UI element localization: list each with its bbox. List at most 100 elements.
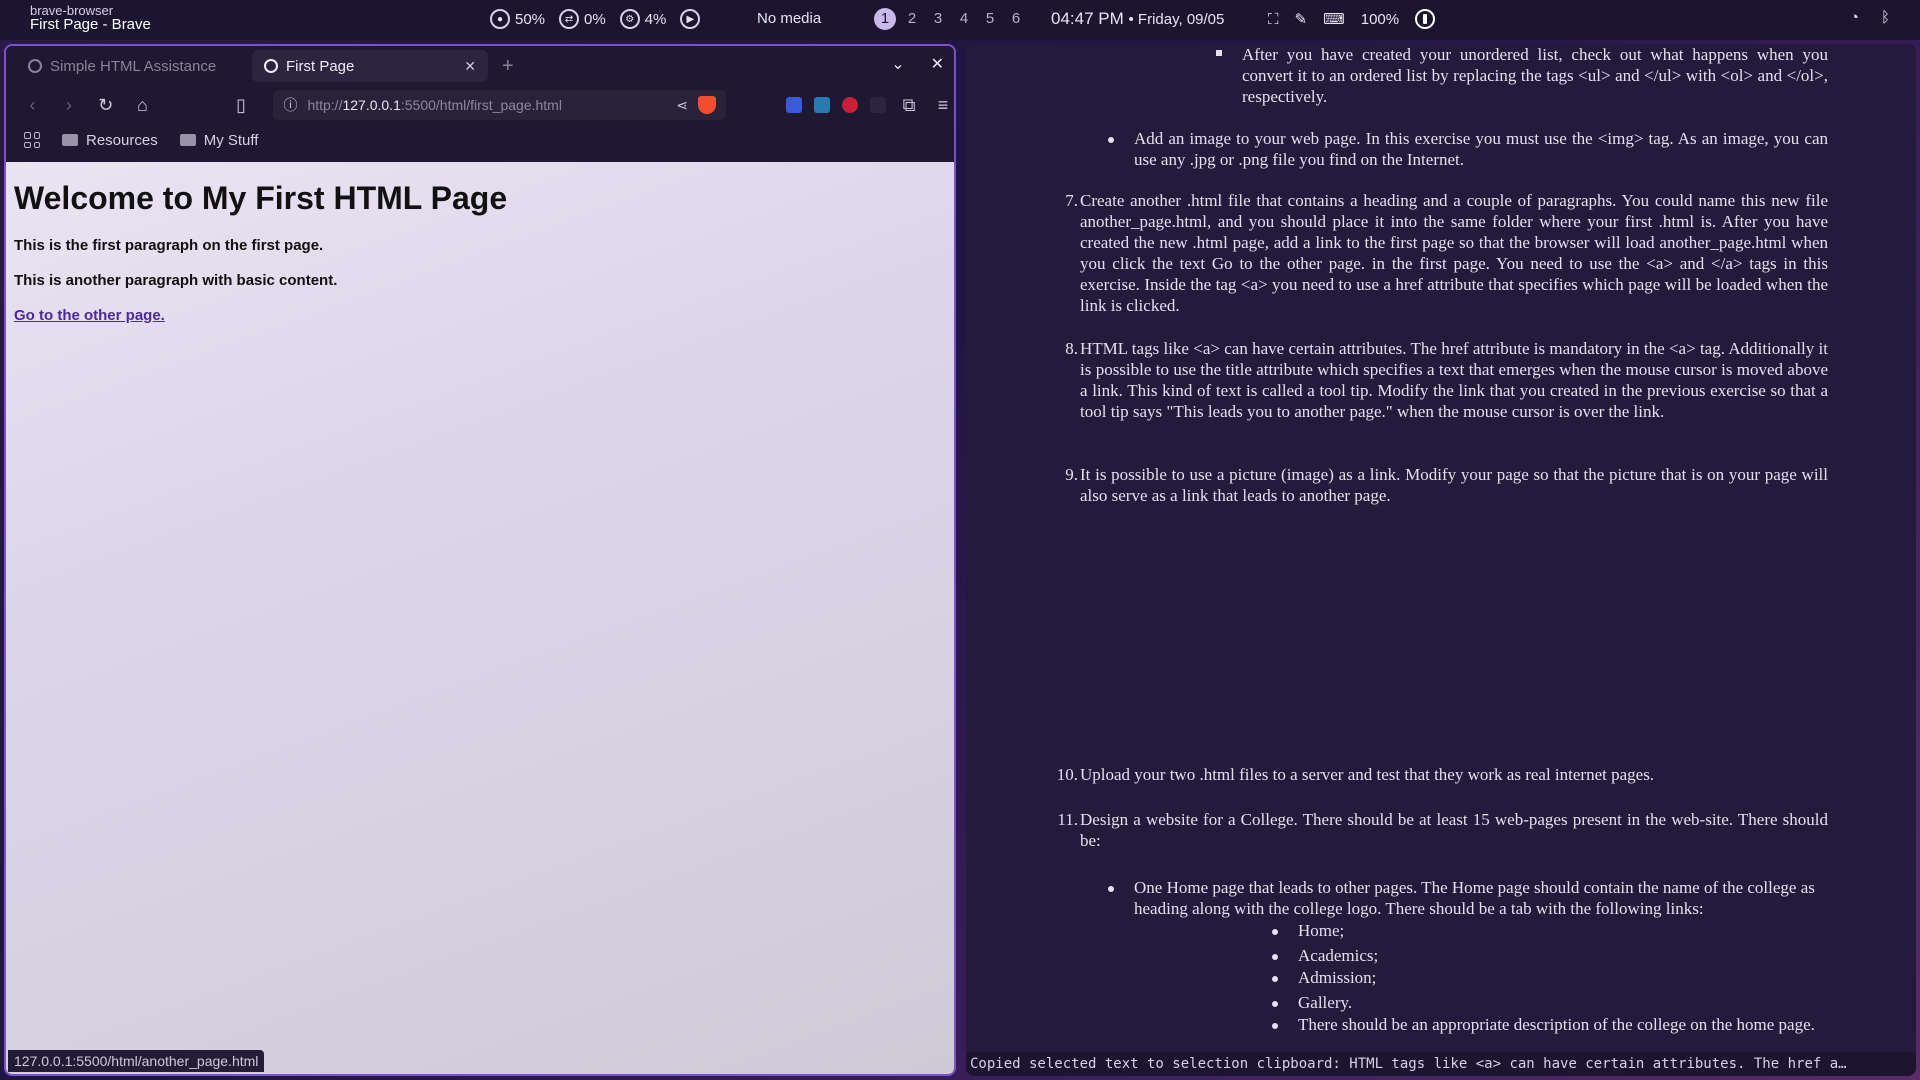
- swap-value: 0%: [584, 10, 606, 28]
- color-picker-icon[interactable]: ✎: [1295, 10, 1308, 28]
- workspace-switcher: 1 2 3 4 5 6: [874, 8, 1026, 30]
- extension-icon[interactable]: [870, 97, 886, 113]
- extensions: ⧉ ≡: [786, 95, 954, 116]
- bullet: [1272, 976, 1278, 982]
- tab-label: First Page: [286, 57, 355, 75]
- workspace-4[interactable]: 4: [954, 8, 974, 30]
- media-status[interactable]: No media: [757, 10, 821, 27]
- bitwarden-icon[interactable]: [786, 97, 802, 113]
- sub-list-item: Gallery.: [1298, 993, 1353, 1012]
- bookmark-label: My Stuff: [203, 131, 259, 149]
- fullscreen-icon[interactable]: ⛶: [1268, 11, 1279, 28]
- brave-shields-icon[interactable]: [698, 96, 716, 114]
- sub-list-item: Academics;: [1298, 946, 1379, 965]
- tab-label: Simple HTML Assistance: [50, 57, 217, 75]
- ublock-icon[interactable]: [842, 97, 858, 113]
- paragraph-2: This is another paragraph with basic con…: [14, 272, 338, 289]
- tab-search-chevron-icon[interactable]: ⌄: [891, 54, 904, 74]
- bullet: [1272, 929, 1278, 935]
- forward-button[interactable]: ›: [59, 95, 80, 116]
- clock-date: • Friday, 09/05: [1128, 11, 1225, 28]
- page-viewport: Welcome to My First HTML Page This is th…: [6, 162, 954, 1074]
- bullet: [1272, 1001, 1278, 1007]
- bullet: [1108, 886, 1114, 892]
- bullet: [1272, 954, 1278, 960]
- list-item: After you have created your unordered li…: [1242, 45, 1828, 106]
- bullet: [1272, 1023, 1278, 1029]
- bookmark-label: Resources: [86, 131, 158, 149]
- puzzle-icon[interactable]: ⧉: [898, 95, 920, 116]
- list-item: Add an image to your web page. In this e…: [1134, 129, 1828, 169]
- site-info-icon[interactable]: ⓘ: [283, 95, 297, 115]
- share-icon[interactable]: ⋖: [676, 97, 688, 114]
- gear-icon: ⚙: [619, 9, 640, 29]
- square-bullet: [1216, 50, 1222, 56]
- url-text: http://127.0.0.1:5500/html/first_page.ht…: [307, 97, 562, 113]
- window-controls: ⌄ ✕: [891, 54, 944, 74]
- back-button[interactable]: ‹: [22, 95, 43, 116]
- workspace-5[interactable]: 5: [980, 8, 1000, 30]
- play-icon: ▶: [680, 9, 701, 29]
- bookmark-icon[interactable]: ▯: [231, 95, 252, 116]
- temp-stat[interactable]: ⚙ 4%: [619, 9, 667, 29]
- tab-strip: Simple HTML Assistance First Page ✕ + ⌄ …: [6, 46, 954, 86]
- system-tray: ◔ ᛒ: [1850, 9, 1890, 26]
- cpu-stat[interactable]: ● 50%: [490, 9, 545, 29]
- other-page-link[interactable]: Go to the other page.: [14, 307, 165, 324]
- navigation-toolbar: ‹ › ↻ ⌂ ▯ ⓘ http://127.0.0.1:5500/html/f…: [6, 86, 954, 124]
- globe-icon: [264, 59, 278, 73]
- reload-button[interactable]: ↻: [95, 95, 116, 116]
- workspace-3[interactable]: 3: [928, 8, 948, 30]
- bookmarks-bar: Resources My Stuff: [6, 124, 954, 156]
- link-status-bar: 127.0.0.1:5500/html/another_page.html: [8, 1050, 265, 1072]
- list-item: One Home page that leads to other pages.…: [1134, 878, 1815, 918]
- sub-list-item: Home;: [1298, 921, 1345, 940]
- list-number: 10.: [1056, 765, 1078, 784]
- play-button[interactable]: ▶: [680, 9, 701, 29]
- tab-first-page[interactable]: First Page ✕: [252, 50, 488, 82]
- stylus-icon[interactable]: [814, 97, 830, 113]
- wifi-icon[interactable]: ◔: [1850, 9, 1859, 26]
- swap-icon: ⇄: [559, 9, 580, 29]
- folder-icon: [179, 134, 196, 146]
- bookmark-folder-resources[interactable]: Resources: [62, 132, 158, 149]
- tab-favicon: [28, 59, 42, 73]
- new-tab-button[interactable]: +: [502, 55, 514, 78]
- home-button[interactable]: ⌂: [132, 95, 153, 116]
- brightness-value: 100%: [1360, 10, 1400, 28]
- menu-icon[interactable]: ≡: [932, 95, 954, 116]
- list-item: It is possible to use a picture (image) …: [1080, 465, 1828, 505]
- keyboard-icon[interactable]: ⌨: [1323, 10, 1345, 28]
- apps-grid-icon[interactable]: [24, 132, 40, 148]
- quick-settings: ⛶ ✎ ⌨ 100%: [1268, 9, 1436, 29]
- workspace-2[interactable]: 2: [902, 8, 922, 30]
- workspace-1[interactable]: 1: [874, 8, 896, 30]
- list-item: Create another .html file that contains …: [1080, 191, 1828, 315]
- bluetooth-icon[interactable]: ᛒ: [1881, 9, 1890, 26]
- swap-stat[interactable]: ⇄ 0%: [559, 9, 606, 29]
- page-heading: Welcome to My First HTML Page: [14, 180, 508, 216]
- list-item: HTML tags like <a> can have certain attr…: [1080, 339, 1828, 421]
- bookmark-folder-my-stuff[interactable]: My Stuff: [179, 131, 259, 149]
- browser-window: Simple HTML Assistance First Page ✕ + ⌄ …: [4, 44, 956, 1076]
- temp-value: 4%: [644, 10, 667, 28]
- clock-time: 04:47 PM: [1051, 9, 1124, 28]
- list-item: Upload your two .html files to a server …: [1080, 765, 1655, 784]
- battery-icon[interactable]: [1415, 9, 1436, 29]
- tab-simple-html-assistance[interactable]: Simple HTML Assistance: [16, 50, 252, 82]
- top-bar: brave-browser First Page - Brave ● 50% ⇄…: [0, 0, 1920, 40]
- bullet: [1108, 137, 1114, 143]
- close-tab-icon[interactable]: ✕: [464, 58, 476, 75]
- paragraph-1: This is the first paragraph on the first…: [14, 237, 324, 254]
- close-window-icon[interactable]: ✕: [931, 54, 944, 74]
- document-page: After you have created your unordered li…: [966, 44, 1916, 1044]
- system-stats: ● 50% ⇄ 0% ⚙ 4% ▶: [490, 9, 701, 29]
- list-item: Design a website for a College. There sh…: [1080, 810, 1828, 850]
- notification-bar: Copied selected text to selection clipbo…: [966, 1052, 1916, 1076]
- address-bar[interactable]: ⓘ http://127.0.0.1:5500/html/first_page.…: [273, 90, 726, 120]
- window-title: First Page - Brave: [30, 16, 151, 33]
- list-number: 11.: [1057, 810, 1078, 829]
- clock[interactable]: 04:47 PM • Friday, 09/05: [1051, 9, 1224, 29]
- document-viewer[interactable]: After you have created your unordered li…: [966, 44, 1916, 1076]
- workspace-6[interactable]: 6: [1006, 8, 1026, 30]
